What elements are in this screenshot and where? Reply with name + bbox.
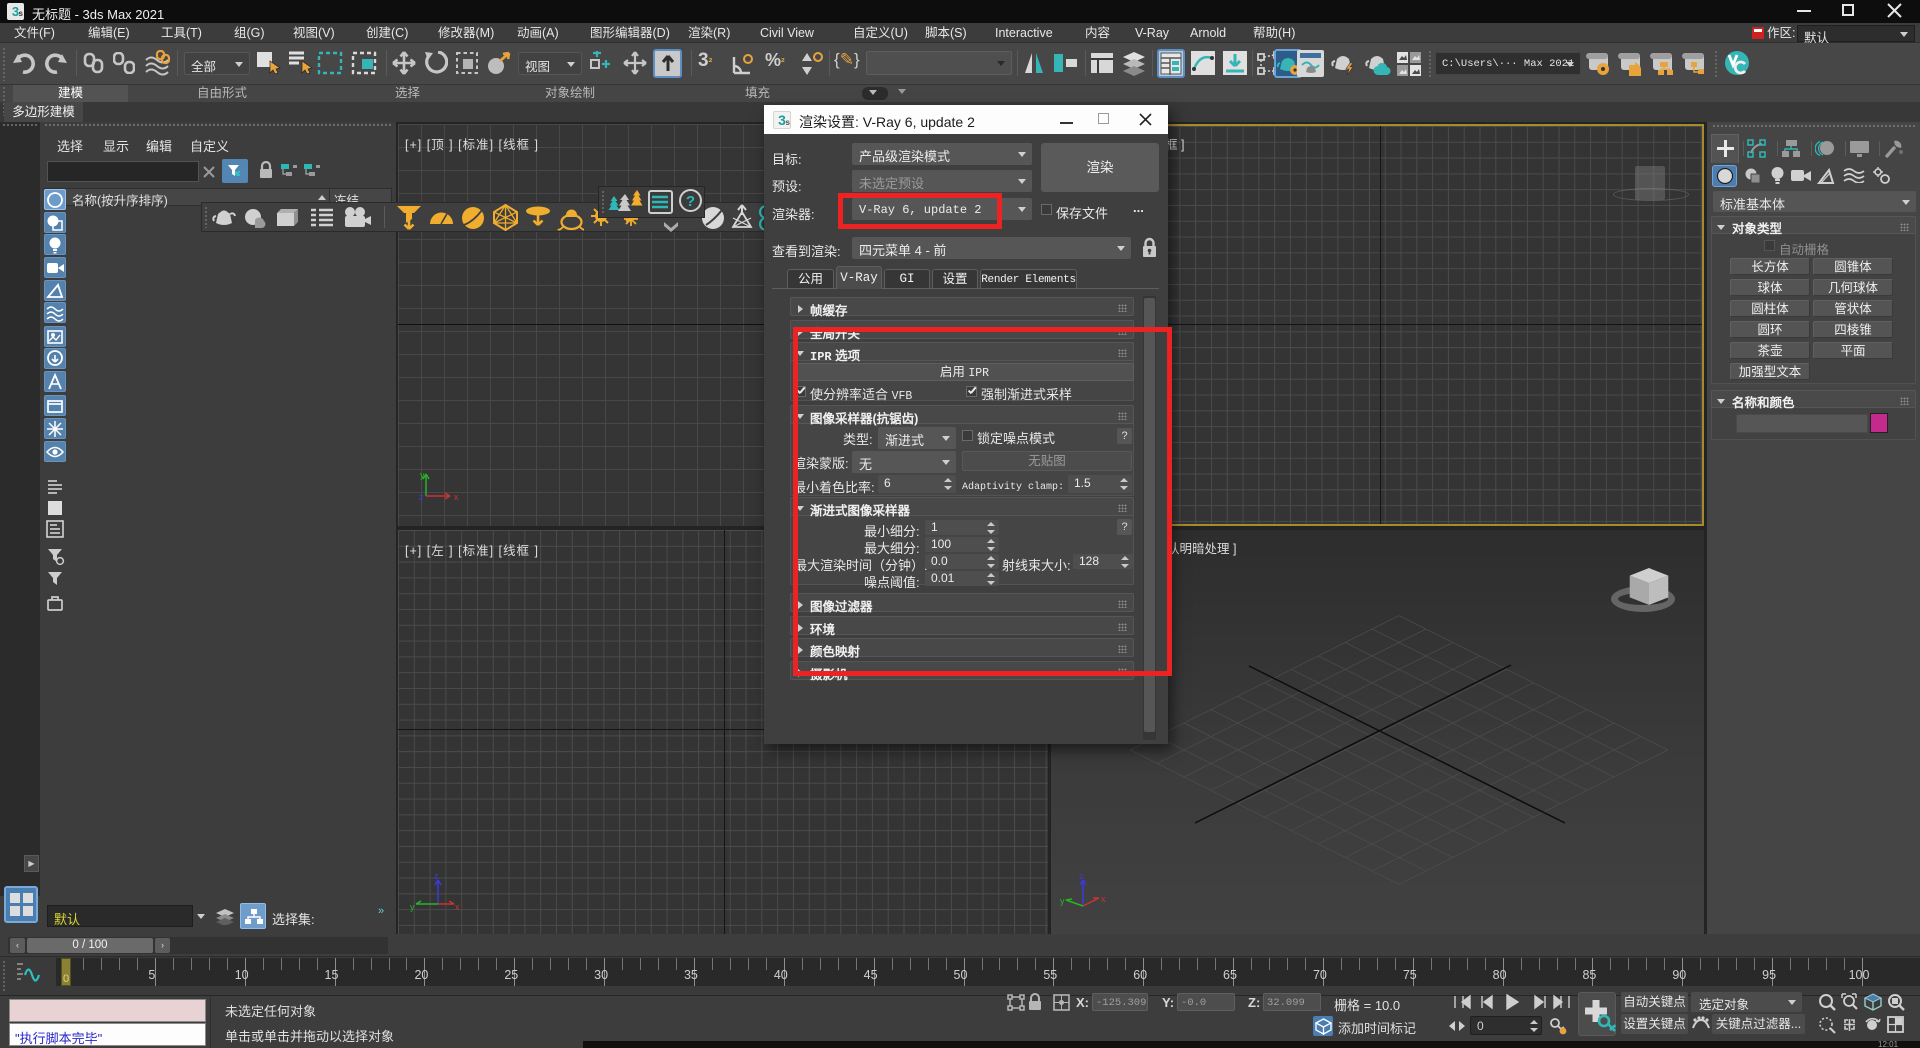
svg-text:z: z (434, 871, 439, 881)
svg-text:z: z (419, 492, 424, 502)
svg-text:y: y (1060, 896, 1065, 906)
svg-text:z: z (1079, 871, 1084, 881)
svg-text:x: x (455, 902, 460, 912)
svg-text:x: x (454, 492, 459, 502)
svg-text:y: y (420, 470, 425, 480)
svg-text:y: y (410, 902, 415, 912)
svg-text:x: x (1101, 894, 1106, 904)
